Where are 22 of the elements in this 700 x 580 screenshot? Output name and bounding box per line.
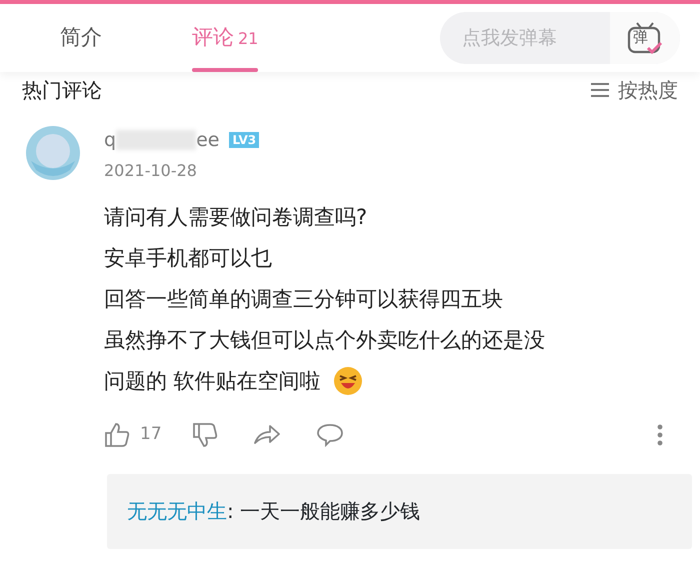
username[interactable]: q bbox=[104, 126, 116, 154]
like-icon[interactable] bbox=[104, 422, 130, 448]
user-avatar[interactable] bbox=[26, 126, 80, 180]
section-title: 热门评论 bbox=[22, 77, 102, 104]
comment-text: 请问有人需要做问卷调查吗? 安卓手机都可以乜 回答一些简单的调查三分钟可以获得四五块 虽然挣不了大钱但可以点个外卖吃什么的还是没 问题的 软件贴在空间啦 bbox=[104, 196, 545, 402]
reply-preview[interactable]: 无无无中生: 一天一般能赚多少钱 bbox=[107, 474, 692, 548]
danmaku-field[interactable]: 点我发弹幕 弹 bbox=[440, 12, 680, 64]
tab[interactable]: 简介 bbox=[60, 4, 102, 72]
comment-icon[interactable] bbox=[316, 422, 344, 446]
danmaku-button[interactable]: 弹 bbox=[610, 12, 680, 64]
list-icon[interactable] bbox=[590, 82, 610, 98]
dislike-icon[interactable] bbox=[192, 422, 218, 448]
reply-text: 无无无中生: 一天一般能赚多少钱 bbox=[127, 498, 420, 525]
laughing-emoji-icon bbox=[332, 366, 363, 396]
level-badge: LV3 bbox=[229, 132, 260, 148]
sort-button[interactable]: 按热度 bbox=[590, 75, 678, 105]
more-icon[interactable] bbox=[657, 424, 663, 446]
tv-icon[interactable] bbox=[627, 21, 663, 55]
like-count: 17 bbox=[140, 422, 162, 446]
username[interactable]: ee bbox=[196, 126, 220, 154]
comment-date: 2021-10-28 bbox=[104, 160, 198, 182]
share-icon[interactable] bbox=[252, 422, 281, 446]
